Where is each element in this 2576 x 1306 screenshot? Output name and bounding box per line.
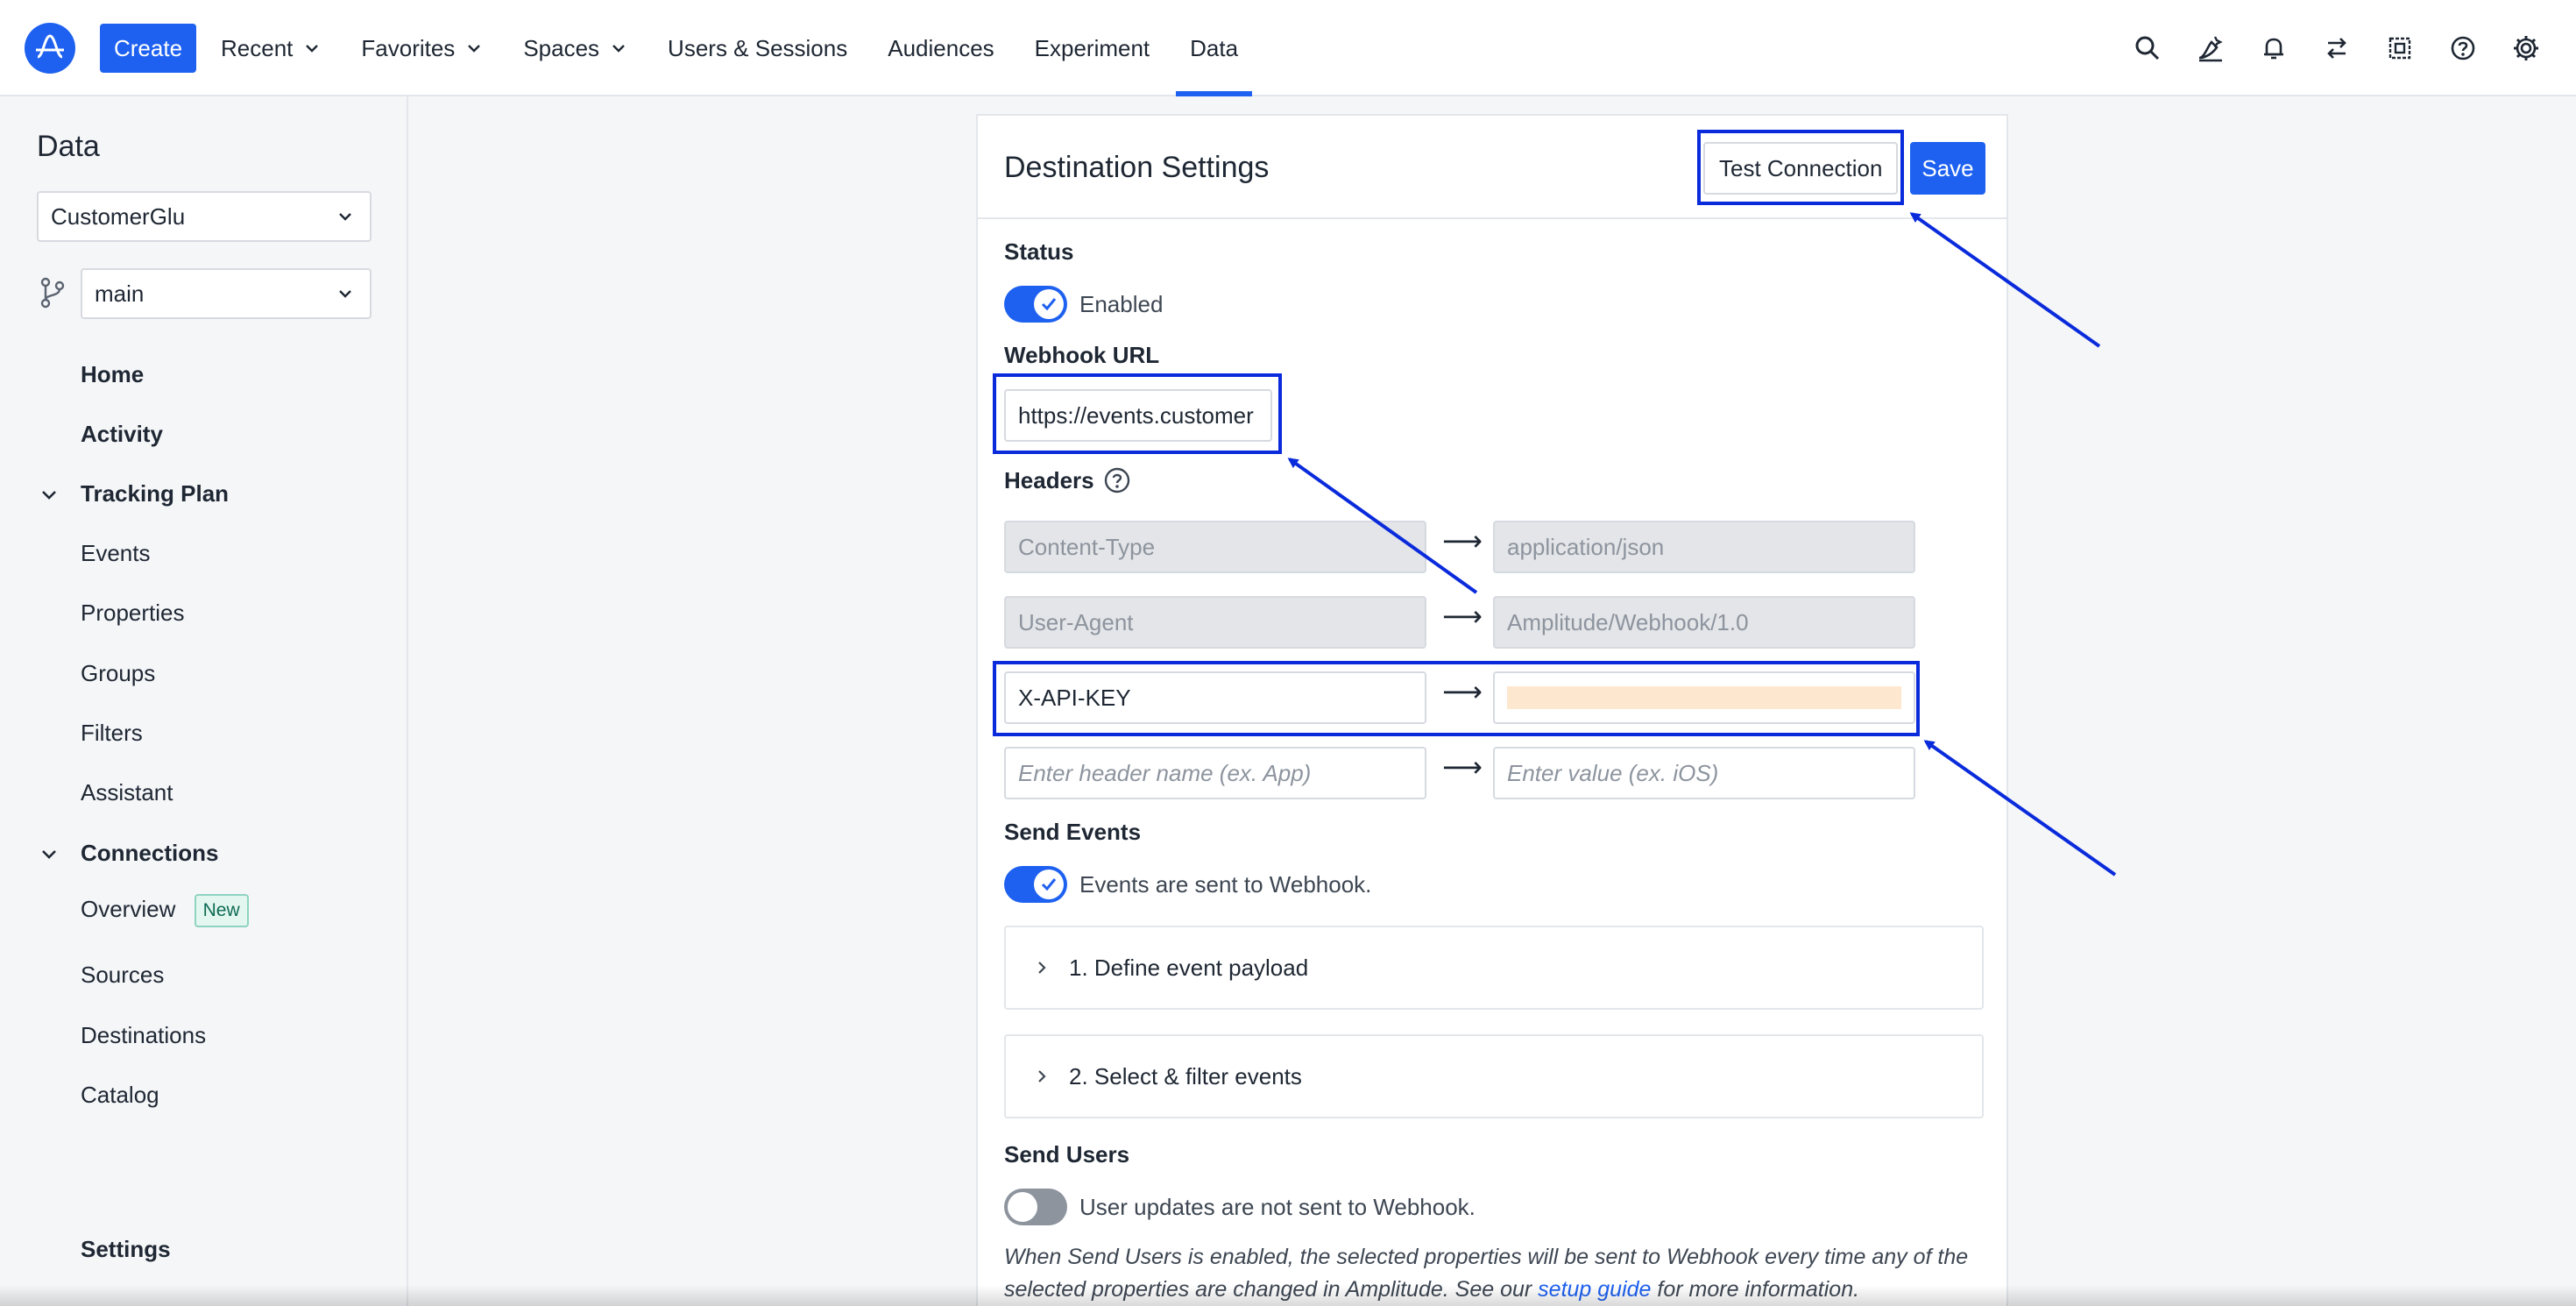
send-events-toggle[interactable] [1004,866,1067,903]
project-select-value: CustomerGlu [51,202,186,230]
headers-label-row: Headers [1004,466,1131,494]
sidebar-group-label: Connections [81,840,219,866]
sidebar-group-tracking-plan[interactable]: Tracking Plan [39,480,229,507]
gear-icon[interactable] [2508,30,2544,67]
accordion-label: 1. Define event payload [1069,954,1309,981]
sidebar-item-events[interactable]: Events [81,540,151,567]
webhook-url-label: Webhook URL [1004,342,1160,368]
arrow-icon: ⟶ [1442,600,1483,632]
new-header-value-input[interactable]: Enter value (ex. iOS) [1493,747,1915,799]
search-icon[interactable] [2129,30,2166,67]
nav-audiences[interactable]: Audiences [888,0,994,96]
nav-users-sessions[interactable]: Users & Sessions [668,0,847,96]
top-navigation: Create Recent Favorites Spaces Users & S… [0,0,2576,96]
amplitude-logo[interactable] [25,23,75,74]
chevron-right-icon [1038,962,1046,974]
create-button[interactable]: Create [100,24,197,73]
sidebar-item-overview[interactable]: Overview New [81,894,249,927]
highlight-test-connection [1697,130,1904,205]
highlight-webhook-url [993,373,1282,454]
header-name-field: User-Agent [1004,596,1426,649]
sidebar: Data CustomerGlu main Home Activity Trac… [0,96,408,1306]
nav-favorites[interactable]: Favorites [361,0,483,96]
new-header-name-input[interactable]: Enter header name (ex. App) [1004,747,1426,799]
sidebar-item-catalog[interactable]: Catalog [81,1082,159,1109]
sidebar-item-sources[interactable]: Sources [81,962,164,989]
arrow-icon: ⟶ [1442,751,1483,783]
nav-spaces-label: Spaces [523,34,600,61]
status-label: Status [1004,238,1074,265]
send-users-toggle[interactable] [1004,1189,1067,1225]
sidebar-group-label: Tracking Plan [81,480,230,507]
nav-data-label: Data [1190,34,1239,61]
chevron-right-icon [1038,1070,1046,1082]
status-toggle-text: Enabled [1079,291,1164,317]
nav-spaces[interactable]: Spaces [523,0,627,96]
nav-recent[interactable]: Recent [221,0,321,96]
send-users-text: User updates are not sent to Webhook. [1079,1194,1476,1220]
amplitude-logo-icon [36,34,64,59]
sidebar-item-activity[interactable]: Activity [81,421,163,448]
page-title: Destination Settings [1004,151,1270,184]
nav-favorites-label: Favorites [361,34,456,61]
toggle-knob [1034,289,1064,319]
chevron-down-icon [42,490,56,500]
check-icon [1041,298,1057,311]
accordion-define-event-payload[interactable]: 1. Define event payload [1004,926,1984,1010]
header-name-field: Content-Type [1004,521,1426,573]
nav-recent-label: Recent [221,34,294,61]
highlight-api-key-header [993,661,1920,736]
toggle-knob [1008,1192,1037,1222]
apps-icon[interactable] [2381,30,2418,67]
ai-assistant-icon[interactable] [2192,30,2229,67]
accordion-label: 2. Select & filter events [1069,1062,1302,1090]
nav-users-sessions-label: Users & Sessions [668,34,848,61]
sidebar-title: Data [37,130,100,163]
sidebar-item-destinations[interactable]: Destinations [81,1022,206,1049]
check-icon [1041,878,1057,891]
sidebar-item-properties[interactable]: Properties [81,600,185,627]
sidebar-item-filters[interactable]: Filters [81,720,143,747]
project-select[interactable]: CustomerGlu [37,191,372,242]
sidebar-group-connections[interactable]: Connections [39,840,218,867]
new-badge: New [194,894,249,927]
chevron-down-icon [612,45,625,53]
headers-label: Headers [1004,466,1094,493]
help-icon[interactable] [1103,466,1131,494]
sidebar-item-home[interactable]: Home [81,361,144,388]
chevron-down-icon [468,45,481,53]
sidebar-item-assistant[interactable]: Assistant [81,779,173,806]
nav-experiment[interactable]: Experiment [1035,0,1150,96]
branch-select[interactable]: main [81,268,372,319]
sidebar-item-groups[interactable]: Groups [81,660,155,687]
chevron-down-icon [339,213,351,221]
branch-icon [40,277,65,309]
send-events-label: Send Events [1004,819,1142,845]
chevron-down-icon [42,849,56,859]
branch-select-value: main [95,280,145,307]
send-users-label: Send Users [1004,1141,1130,1168]
bell-icon[interactable] [2255,30,2292,67]
arrow-icon: ⟶ [1442,525,1483,557]
send-events-text: Events are sent to Webhook. [1079,871,1372,898]
nav-menu: Recent Favorites Spaces Users & Sessions… [221,0,1278,96]
accordion-select-filter-events[interactable]: 2. Select & filter events [1004,1034,1984,1118]
bottom-shadow [0,1285,2576,1306]
nav-data[interactable]: Data [1176,0,1252,96]
help-icon[interactable] [2445,30,2481,67]
nav-audiences-label: Audiences [888,34,994,61]
nav-experiment-label: Experiment [1034,34,1150,61]
header-value-field: application/json [1493,521,1915,573]
chevron-down-icon [306,45,319,53]
toggle-knob [1034,869,1064,899]
status-toggle[interactable] [1004,286,1067,323]
switch-icon[interactable] [2318,30,2355,67]
chevron-down-icon [339,290,351,298]
sidebar-item-settings[interactable]: Settings [81,1236,171,1263]
save-button[interactable]: Save [1910,142,1985,195]
header-value-field: Amplitude/Webhook/1.0 [1493,596,1915,649]
nav-icon-bar [2103,30,2544,67]
sidebar-item-label: Overview [81,895,176,922]
